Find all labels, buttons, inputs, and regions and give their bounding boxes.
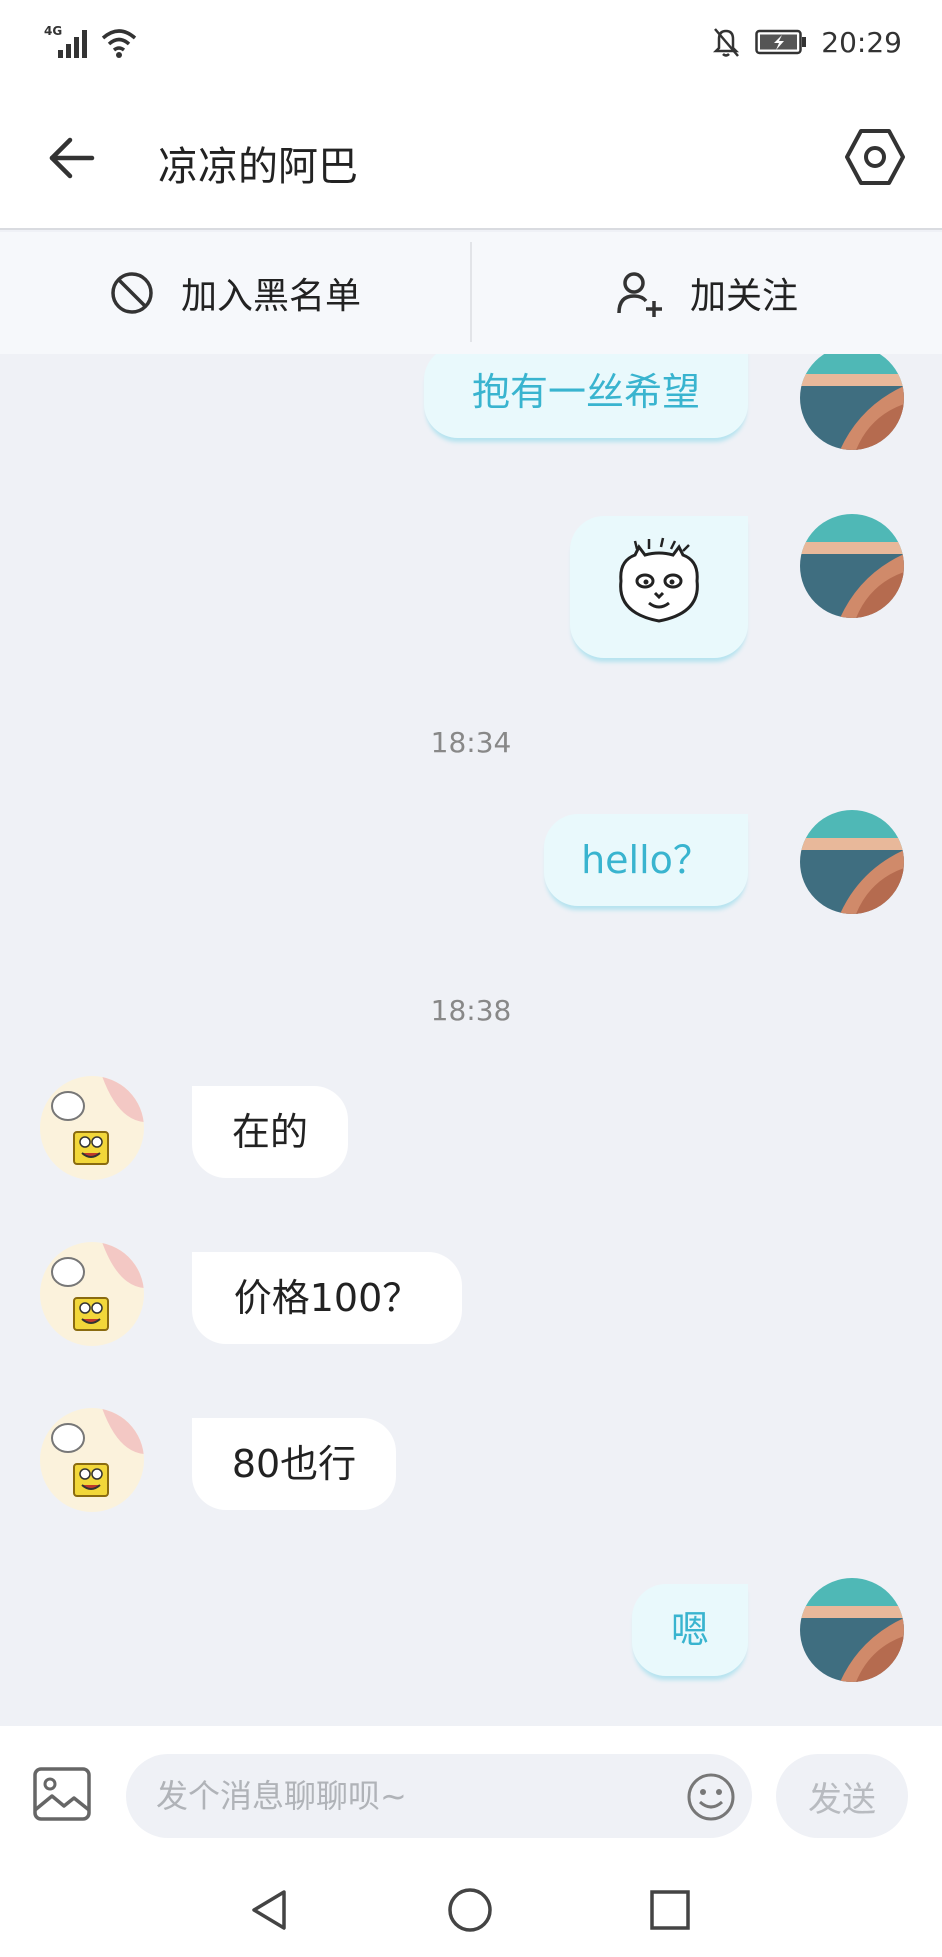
emoji-button[interactable] (686, 1772, 736, 1822)
message-text: 80也行 (231, 1442, 357, 1486)
blacklist-label: 加入黑名单 (180, 276, 361, 317)
cat-face-sticker-icon (619, 537, 699, 623)
back-arrow-icon (49, 137, 95, 179)
sticker-bubble-self[interactable] (570, 516, 748, 658)
self-avatar[interactable] (800, 354, 904, 450)
nav-recent-button[interactable] (646, 1886, 694, 1934)
settings-button[interactable] (844, 126, 906, 188)
message-text: 在的 (231, 1110, 308, 1154)
mute-bell-icon (711, 26, 741, 58)
add-user-icon (617, 272, 662, 317)
message-text: 抱有一丝希望 (471, 370, 700, 414)
wifi-icon (100, 26, 138, 60)
contact-avatar[interactable] (40, 1242, 144, 1346)
triangle-back-icon (252, 1890, 286, 1930)
status-time: 20:29 (821, 25, 902, 59)
image-button[interactable] (32, 1766, 92, 1822)
nav-home-button[interactable] (446, 1886, 494, 1934)
self-avatar[interactable] (800, 514, 904, 618)
message-bubble-self[interactable]: 嗯 (632, 1584, 748, 1676)
chat-screen: 4G 20:29 凉凉的阿巴 加入黑名单 加关注 抱有一丝希望 18:34 he… (0, 0, 942, 1957)
status-bar: 4G 20:29 (0, 0, 942, 86)
message-bubble-other[interactable]: 价格100？ (192, 1252, 462, 1344)
smiley-icon (687, 1773, 735, 1821)
message-input[interactable] (126, 1754, 752, 1838)
message-bubble-other[interactable]: 在的 (192, 1086, 348, 1178)
send-button[interactable]: 发送 (776, 1754, 908, 1838)
hexagon-settings-icon (845, 129, 905, 185)
block-icon (111, 272, 153, 314)
contact-avatar[interactable] (40, 1076, 144, 1180)
system-nav-bar (0, 1868, 942, 1957)
circle-home-icon (448, 1888, 492, 1932)
follow-label: 加关注 (689, 276, 798, 317)
timestamp: 18:38 (430, 994, 512, 1027)
timestamp: 18:34 (430, 726, 512, 759)
image-icon (33, 1767, 91, 1821)
battery-charging-icon (755, 29, 807, 55)
self-avatar[interactable] (800, 810, 904, 914)
message-list[interactable]: 抱有一丝希望 18:34 hello？ 18:38 在的 价格100？ 80也行… (0, 354, 942, 1726)
cellular-signal-icon: 4G (44, 24, 90, 60)
back-button[interactable] (44, 130, 100, 186)
message-text: hello？ (581, 838, 711, 882)
self-avatar[interactable] (800, 1578, 904, 1682)
message-bubble-other[interactable]: 80也行 (192, 1418, 396, 1510)
message-bubble-self[interactable]: hello？ (544, 814, 748, 906)
action-bar: 加入黑名单 加关注 (0, 232, 942, 354)
contact-avatar[interactable] (40, 1408, 144, 1512)
message-bubble-self[interactable]: 抱有一丝希望 (424, 354, 748, 438)
message-text: 嗯 (670, 1608, 709, 1652)
input-bar: 发送 (0, 1726, 942, 1868)
message-text: 价格100？ (233, 1276, 421, 1320)
page-title: 凉凉的阿巴 (158, 144, 358, 190)
nav-back-button[interactable] (246, 1886, 294, 1934)
follow-button[interactable]: 加关注 (472, 232, 942, 354)
blacklist-button[interactable]: 加入黑名单 (0, 232, 470, 354)
square-recent-icon (650, 1890, 690, 1930)
chat-header: 凉凉的阿巴 (0, 86, 942, 230)
